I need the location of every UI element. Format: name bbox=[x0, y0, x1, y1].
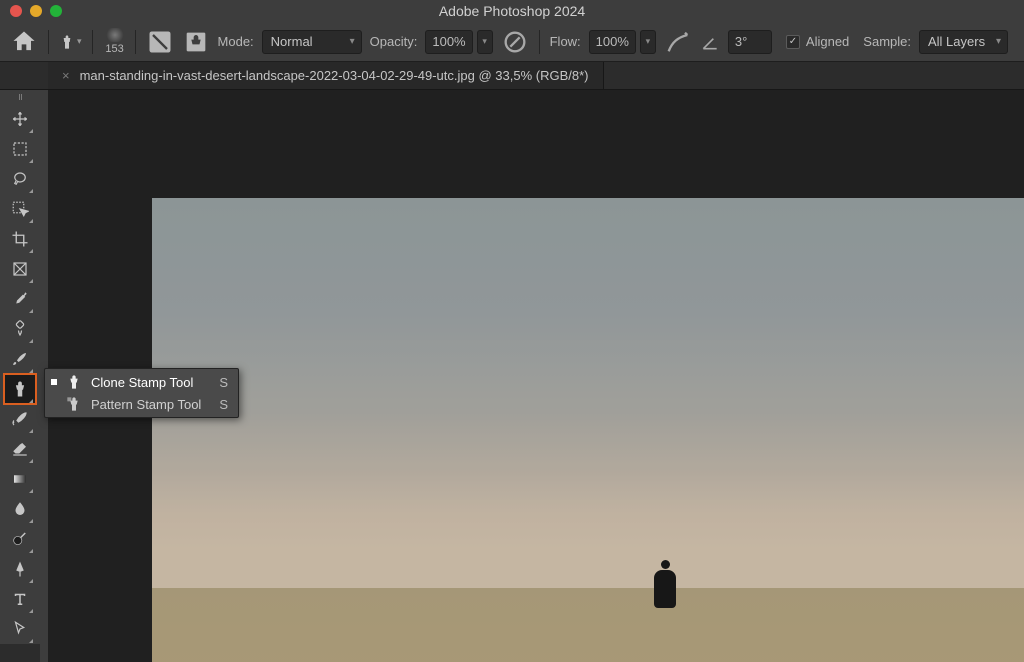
frame-tool[interactable] bbox=[4, 254, 36, 284]
object-selection-tool[interactable] bbox=[4, 194, 36, 224]
close-window-button[interactable] bbox=[10, 5, 22, 17]
flow-value: 100% bbox=[596, 34, 629, 49]
document-canvas[interactable] bbox=[152, 198, 1024, 662]
path-selection-tool[interactable] bbox=[4, 614, 36, 644]
flyout-item-clone-stamp[interactable]: Clone Stamp Tool S bbox=[45, 371, 238, 393]
brush-preset-button[interactable]: 153 bbox=[105, 28, 125, 55]
type-tool[interactable] bbox=[4, 584, 36, 614]
flow-control[interactable]: 100% ▾ bbox=[589, 30, 656, 54]
sample-label: Sample: bbox=[863, 34, 911, 49]
eraser-tool[interactable] bbox=[4, 434, 36, 464]
flyout-clone-shortcut: S bbox=[219, 375, 228, 390]
close-tab-icon[interactable]: × bbox=[62, 68, 70, 83]
aligned-label: Aligned bbox=[806, 34, 849, 49]
separator bbox=[539, 30, 540, 54]
clone-stamp-flyout-menu: Clone Stamp Tool S Pattern Stamp Tool S bbox=[44, 368, 239, 418]
sample-select[interactable]: All Layers bbox=[919, 30, 1008, 54]
flow-label: Flow: bbox=[550, 34, 581, 49]
dodge-tool[interactable] bbox=[4, 524, 36, 554]
tool-preset-picker[interactable]: ▾ bbox=[59, 28, 82, 56]
pen-tool[interactable] bbox=[4, 554, 36, 584]
angle-input[interactable]: 3° bbox=[728, 30, 772, 54]
selected-indicator-icon bbox=[51, 379, 57, 385]
history-brush-tool[interactable] bbox=[4, 404, 36, 434]
marquee-tool[interactable] bbox=[4, 134, 36, 164]
gradient-tool[interactable] bbox=[4, 464, 36, 494]
brush-preview-icon bbox=[105, 28, 125, 42]
crop-tool[interactable] bbox=[4, 224, 36, 254]
minimize-window-button[interactable] bbox=[30, 5, 42, 17]
document-tab-bar: × man-standing-in-vast-desert-landscape-… bbox=[0, 62, 1024, 90]
window-controls bbox=[10, 5, 62, 17]
clone-stamp-icon bbox=[65, 374, 83, 390]
flyout-clone-label: Clone Stamp Tool bbox=[91, 375, 201, 390]
flyout-pattern-shortcut: S bbox=[219, 397, 228, 412]
flow-chevron-icon[interactable]: ▾ bbox=[640, 30, 656, 54]
flyout-item-pattern-stamp[interactable]: Pattern Stamp Tool S bbox=[45, 393, 238, 415]
pattern-stamp-icon bbox=[65, 396, 83, 412]
angle-icon[interactable] bbox=[700, 28, 720, 56]
aligned-checkbox-group[interactable]: ✓ Aligned bbox=[786, 34, 849, 49]
mode-label: Mode: bbox=[218, 34, 254, 49]
document-tab[interactable]: × man-standing-in-vast-desert-landscape-… bbox=[48, 62, 604, 89]
clone-stamp-tool[interactable] bbox=[4, 374, 36, 404]
options-bar: ▾ 153 Mode: Normal Opacity: 100% ▾ Flow:… bbox=[0, 22, 1024, 62]
flyout-pattern-label: Pattern Stamp Tool bbox=[91, 397, 201, 412]
airbrush-button[interactable] bbox=[664, 28, 692, 56]
titlebar: Adobe Photoshop 2024 bbox=[0, 0, 1024, 22]
brush-size-label: 153 bbox=[105, 43, 123, 55]
separator bbox=[135, 30, 136, 54]
blend-mode-select[interactable]: Normal bbox=[262, 30, 362, 54]
clone-source-panel-button[interactable] bbox=[182, 28, 210, 56]
separator bbox=[92, 30, 93, 54]
opacity-label: Opacity: bbox=[370, 34, 418, 49]
opacity-control[interactable]: 100% ▾ bbox=[425, 30, 492, 54]
spot-healing-brush-tool[interactable] bbox=[4, 314, 36, 344]
opacity-chevron-icon[interactable]: ▾ bbox=[477, 30, 493, 54]
angle-value: 3° bbox=[735, 34, 747, 49]
document-tab-title: man-standing-in-vast-desert-landscape-20… bbox=[80, 68, 589, 83]
brush-settings-button[interactable] bbox=[146, 28, 174, 56]
aligned-checkbox[interactable]: ✓ bbox=[786, 35, 800, 49]
sample-value: All Layers bbox=[928, 34, 985, 49]
blend-mode-value: Normal bbox=[271, 34, 313, 49]
separator bbox=[48, 30, 49, 54]
blur-tool[interactable] bbox=[4, 494, 36, 524]
tools-panel bbox=[0, 90, 40, 644]
toolbar-grip-icon[interactable] bbox=[2, 94, 38, 102]
image-sky-region bbox=[152, 198, 1024, 588]
image-person bbox=[652, 560, 678, 608]
app-title: Adobe Photoshop 2024 bbox=[439, 3, 585, 19]
pressure-opacity-button[interactable] bbox=[501, 28, 529, 56]
image-ground-region bbox=[152, 588, 1024, 662]
move-tool[interactable] bbox=[4, 104, 36, 134]
home-button[interactable] bbox=[10, 28, 38, 56]
brush-tool[interactable] bbox=[4, 344, 36, 374]
opacity-value: 100% bbox=[432, 34, 465, 49]
maximize-window-button[interactable] bbox=[50, 5, 62, 17]
lasso-tool[interactable] bbox=[4, 164, 36, 194]
eyedropper-tool[interactable] bbox=[4, 284, 36, 314]
